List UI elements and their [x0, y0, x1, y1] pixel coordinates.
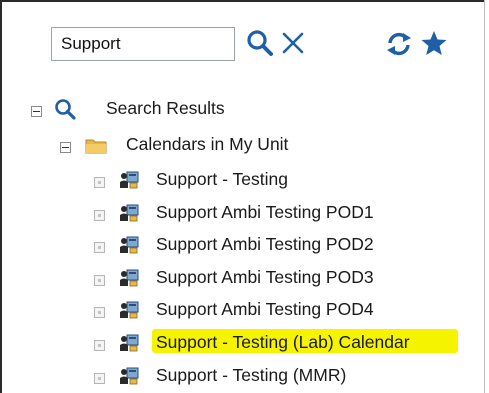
- calendar-resource-icon: [119, 334, 139, 352]
- tree-item-calendar[interactable]: Support Ambi Testing POD4: [0, 297, 470, 325]
- tree-item-calendar[interactable]: Support Ambi Testing POD3: [0, 265, 470, 293]
- tree-item-label: Support - Testing (MMR): [156, 365, 347, 385]
- calendar-resource-icon: [119, 269, 139, 287]
- tree-item-calendar[interactable]: Support - Testing: [0, 167, 470, 195]
- calendar-resource-icon: [119, 301, 139, 319]
- tree-item-calendar[interactable]: Support - Testing (Lab) Calendar: [0, 330, 470, 358]
- leaf-node-box: [94, 242, 105, 253]
- tree-item-label: Support - Testing (Lab) Calendar: [156, 332, 410, 352]
- calendar-resource-icon: [119, 367, 139, 385]
- leaf-node-box: [94, 340, 105, 351]
- tree-node-calendars-in-my-unit[interactable]: Calendars in My Unit: [0, 132, 360, 160]
- leaf-node-box: [94, 307, 105, 318]
- tree-item-calendar[interactable]: Support - Testing (MMR): [0, 363, 470, 391]
- tree-item-calendar[interactable]: Support Ambi Testing POD1: [0, 200, 470, 228]
- calendar-tree: Search Results Calendars in My Unit Supp…: [0, 0, 489, 393]
- collapse-toggle[interactable]: [60, 142, 71, 153]
- leaf-node-box: [94, 373, 105, 384]
- leaf-node-box: [94, 210, 105, 221]
- leaf-node-box: [94, 177, 105, 188]
- calendar-resource-icon: [119, 204, 139, 222]
- tree-item-label: Support - Testing: [156, 169, 288, 189]
- tree-node-search-results[interactable]: Search Results: [0, 96, 260, 124]
- tree-item-calendar[interactable]: Support Ambi Testing POD2: [0, 232, 470, 260]
- collapse-toggle[interactable]: [31, 106, 42, 117]
- leaf-node-box: [94, 275, 105, 286]
- calendar-resource-icon: [119, 171, 139, 189]
- tree-item-label: Support Ambi Testing POD3: [156, 267, 374, 287]
- tree-node-label: Search Results: [106, 98, 225, 118]
- calendar-resource-icon: [119, 236, 139, 254]
- tree-item-label: Support Ambi Testing POD4: [156, 299, 374, 319]
- search-icon: [54, 98, 76, 125]
- tree-item-label: Support Ambi Testing POD1: [156, 202, 374, 222]
- tree-node-label: Calendars in My Unit: [126, 134, 289, 154]
- tree-item-label: Support Ambi Testing POD2: [156, 234, 374, 254]
- folder-icon: [85, 137, 107, 159]
